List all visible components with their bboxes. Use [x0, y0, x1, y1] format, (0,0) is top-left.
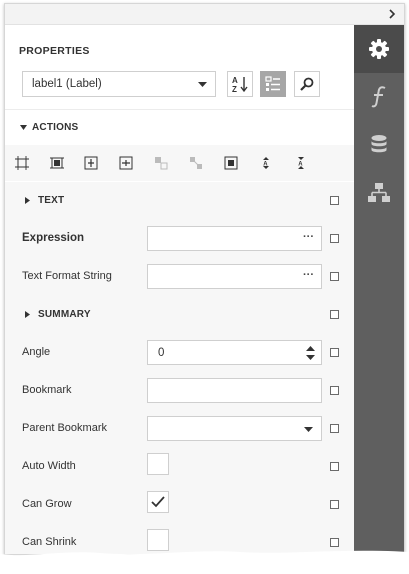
- angle-value: 0: [158, 347, 165, 359]
- panel-top-bar: [5, 4, 404, 25]
- bookmark-field[interactable]: [147, 378, 322, 403]
- property-marker[interactable]: [330, 196, 339, 205]
- text-format-string-editor-button[interactable]: ···: [303, 269, 314, 281]
- property-row-auto-width: Auto Width: [5, 448, 354, 486]
- collapsed-triangle-icon: [25, 197, 30, 204]
- center-in-container-button[interactable]: [224, 156, 238, 170]
- auto-width-label: Auto Width: [22, 460, 76, 472]
- dropdown-arrow-icon: [198, 82, 207, 87]
- can-grow-checkbox[interactable]: [147, 491, 169, 513]
- angle-label: Angle: [22, 346, 51, 358]
- property-marker[interactable]: [330, 500, 339, 509]
- increase-spacing-button[interactable]: A: [259, 156, 273, 170]
- property-marker[interactable]: [330, 386, 339, 395]
- size-to-grid-button[interactable]: [189, 156, 203, 170]
- properties-panel: PROPERTIES label1 (Label) A Z ACTIONS A …: [4, 3, 405, 555]
- can-shrink-label: Can Shrink: [22, 536, 77, 548]
- actions-section-header[interactable]: ACTIONS: [5, 109, 354, 146]
- property-marker[interactable]: [330, 234, 339, 243]
- gear-icon: [369, 39, 389, 59]
- actions-title: ACTIONS: [32, 122, 79, 133]
- spin-arrows-icon[interactable]: [306, 344, 315, 362]
- svg-text:A: A: [298, 162, 303, 168]
- properties-content: PROPERTIES label1 (Label) A Z ACTIONS A …: [5, 25, 354, 554]
- text-format-string-label: Text Format String: [22, 270, 112, 282]
- fit-bounds-to-container-button[interactable]: [15, 156, 29, 170]
- property-row-expression: Expression ···: [5, 220, 354, 258]
- center-vertically-icon: [119, 156, 133, 170]
- search-icon: [300, 77, 314, 91]
- chevron-right-icon: [389, 9, 396, 19]
- decrease-spacing-button[interactable]: A: [294, 156, 308, 170]
- panel-tab-bar: [354, 25, 404, 554]
- center-horizontally-button[interactable]: [84, 156, 98, 170]
- property-row-text-format-string: Text Format String ···: [5, 258, 354, 296]
- text-section-header[interactable]: TEXT: [5, 182, 354, 220]
- property-marker[interactable]: [330, 272, 339, 281]
- tab-expressions[interactable]: [354, 73, 404, 121]
- svg-text:Z: Z: [232, 85, 237, 93]
- parent-bookmark-label: Parent Bookmark: [22, 422, 107, 434]
- property-row-angle: Angle 0: [5, 334, 354, 372]
- categories-icon: [265, 76, 280, 91]
- text-format-string-field[interactable]: ···: [147, 264, 322, 289]
- collapse-panel-button[interactable]: [386, 8, 398, 20]
- svg-text:A: A: [263, 162, 268, 168]
- collapsed-triangle-icon: [25, 311, 30, 318]
- expression-editor-button[interactable]: ···: [303, 231, 314, 243]
- center-horizontally-icon: [84, 156, 98, 170]
- fit-bounds-to-container-icon: [15, 156, 29, 170]
- decrease-spacing-icon: A: [298, 157, 304, 169]
- database-icon: [371, 135, 387, 153]
- expanded-triangle-icon: [20, 125, 27, 130]
- summary-section-title: SUMMARY: [38, 309, 91, 320]
- text-section-title: TEXT: [38, 195, 65, 206]
- categories-toggle-button[interactable]: [260, 71, 286, 97]
- tab-report-explorer[interactable]: [354, 169, 404, 217]
- svg-text:A: A: [232, 76, 238, 85]
- property-marker[interactable]: [330, 538, 339, 547]
- center-in-container-icon: [224, 156, 238, 170]
- align-to-grid-button[interactable]: [154, 156, 168, 170]
- align-to-grid-icon: [155, 157, 168, 170]
- size-to-grid-icon: [190, 157, 202, 169]
- property-marker[interactable]: [330, 462, 339, 471]
- increase-spacing-icon: A: [263, 157, 269, 169]
- property-marker[interactable]: [330, 348, 339, 357]
- center-vertically-button[interactable]: [119, 156, 133, 170]
- chevron-down-icon: [304, 427, 313, 432]
- sort-alphabetical-button[interactable]: A Z: [227, 71, 253, 97]
- properties-title: PROPERTIES: [19, 45, 90, 57]
- sort-alphabetical-icon: A Z: [232, 76, 248, 93]
- summary-section-header[interactable]: SUMMARY: [5, 296, 354, 334]
- property-row-parent-bookmark: Parent Bookmark: [5, 410, 354, 448]
- hierarchy-icon: [368, 183, 390, 202]
- actions-toolbar: A A: [5, 145, 354, 181]
- checkmark-icon: [151, 496, 165, 508]
- expression-label: Expression: [22, 232, 84, 244]
- expression-field[interactable]: ···: [147, 226, 322, 251]
- can-grow-label: Can Grow: [22, 498, 72, 510]
- function-icon: [371, 86, 386, 108]
- tab-data-source[interactable]: [354, 121, 404, 169]
- fit-to-container-icon: [50, 157, 64, 169]
- property-marker[interactable]: [330, 424, 339, 433]
- tab-properties[interactable]: [354, 25, 404, 73]
- fit-to-container-button[interactable]: [50, 156, 64, 170]
- parent-bookmark-select[interactable]: [147, 416, 322, 441]
- bookmark-label: Bookmark: [22, 384, 72, 396]
- component-selector[interactable]: label1 (Label): [22, 71, 216, 97]
- angle-spin-field[interactable]: 0: [147, 340, 322, 365]
- property-marker[interactable]: [330, 310, 339, 319]
- component-selector-value: label1 (Label): [32, 78, 102, 90]
- torn-edge-decoration: [0, 550, 409, 574]
- search-button[interactable]: [294, 71, 320, 97]
- auto-width-checkbox[interactable]: [147, 453, 169, 475]
- property-row-bookmark: Bookmark: [5, 372, 354, 410]
- property-row-can-grow: Can Grow: [5, 486, 354, 524]
